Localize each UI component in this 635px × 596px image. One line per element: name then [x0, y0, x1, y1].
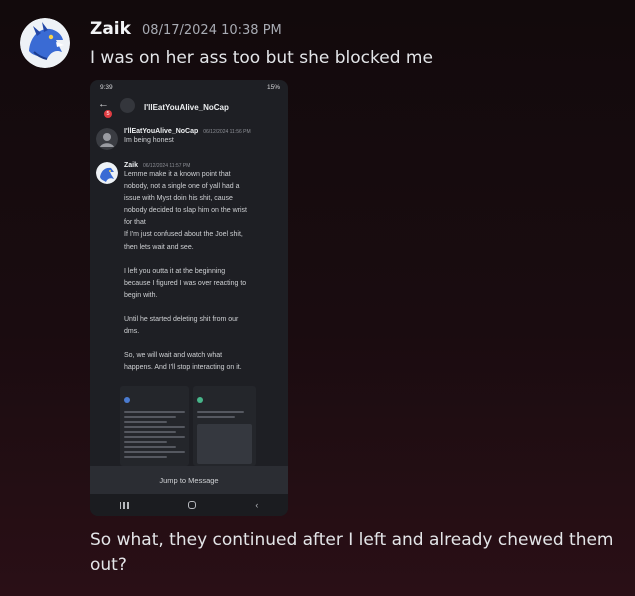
home-icon: [187, 501, 196, 509]
embedded-text-line: dms.: [124, 328, 140, 336]
status-time: 9:39: [100, 84, 113, 91]
jump-to-message-bar[interactable]: Jump to Message: [90, 466, 288, 494]
phone-status-bar: 9:39 15%: [100, 84, 280, 94]
embedded-text-line: for that: [124, 219, 146, 227]
embedded-text: Lemme make it a known point that nobody, …: [124, 169, 284, 374]
arrow-left-icon: ←: [98, 98, 109, 110]
status-battery: 15%: [266, 84, 280, 91]
embedded-time: 06/12/2024 11:56 PM: [203, 129, 251, 135]
embedded-image-attachments: [120, 386, 256, 466]
embedded-text-line: because I figured I was over reacting to: [124, 279, 247, 287]
unread-badge: 5: [104, 110, 112, 118]
embedded-text-line: happens. And I'll stop interacting on it…: [124, 364, 242, 372]
embedded-text: Im being honest: [124, 137, 174, 144]
embedded-text-line: nobody, not a single one of yall had a: [124, 183, 240, 191]
channel-avatar: [120, 98, 135, 113]
embedded-text-line: So, we will wait and watch what: [124, 352, 223, 360]
user-avatar[interactable]: [20, 18, 70, 68]
embedded-text-line: then lets wait and see.: [124, 243, 194, 251]
embedded-text-line: Lemme make it a known point that: [124, 171, 231, 178]
jump-to-message-label[interactable]: Jump to Message: [159, 476, 218, 485]
embedded-image: [120, 386, 189, 466]
embedded-text-line: nobody decided to slap him on the wrist: [124, 207, 247, 215]
embedded-text-line: If I'm just confused about the Joel shit…: [124, 231, 243, 239]
embedded-image: [192, 386, 256, 466]
channel-topbar: ← 5 I'llEatYouAlive_NoCap: [90, 96, 288, 120]
recent-apps-icon: [119, 501, 129, 509]
image-attachment[interactable]: 9:39 15% ← 5 I'llEatYouAlive_NoCap I'llE…: [90, 80, 288, 516]
chevron-left-icon: ‹: [255, 500, 259, 510]
embedded-author: Zaik: [124, 162, 139, 169]
message-timestamp: 08/17/2024 10:38 PM: [142, 23, 282, 38]
message-text: I was on her ass too but she blocked me: [90, 48, 433, 68]
phone-nav-bar: ‹: [90, 494, 288, 516]
channel-title: I'llEatYouAlive_NoCap: [144, 103, 229, 112]
embedded-avatar: [96, 128, 118, 150]
username[interactable]: Zaik: [90, 19, 131, 39]
embedded-text-line: issue with Myst doin his shit, cause: [124, 195, 233, 203]
embedded-author: I'llEatYouAlive_NoCap: [124, 128, 199, 135]
embedded-text-line: Until he started deleting shit from our: [124, 315, 239, 323]
message-header: Zaik 08/17/2024 10:38 PM: [90, 19, 282, 39]
message-text: So what, they continued after I left and…: [90, 530, 614, 575]
embedded-text-line: I left you outta it at the beginning: [124, 267, 226, 275]
embedded-avatar: [96, 162, 118, 184]
embedded-text-line: begin with.: [124, 291, 158, 299]
